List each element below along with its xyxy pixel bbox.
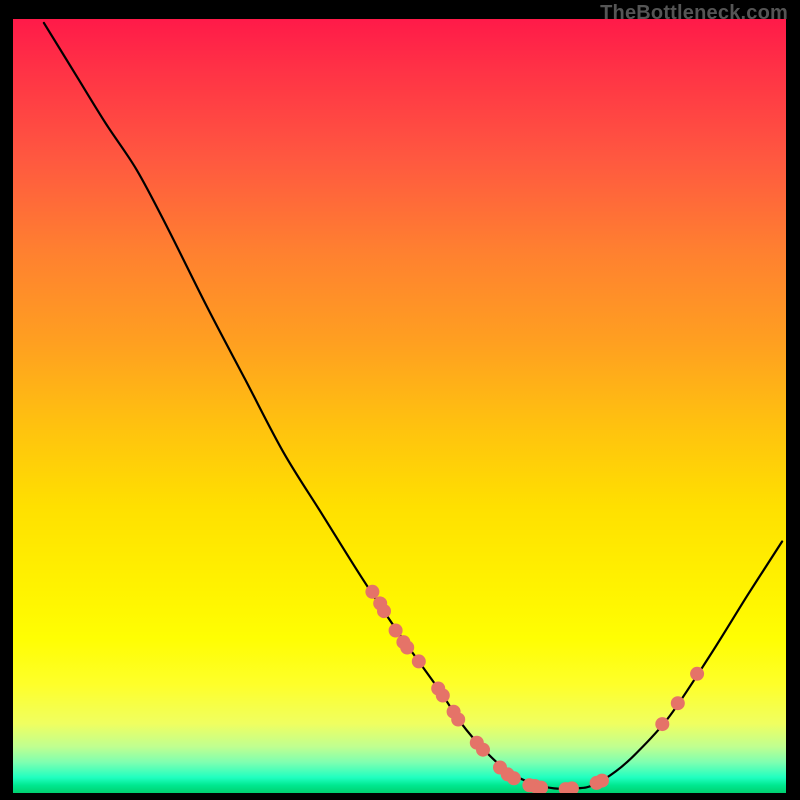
scatter-dot bbox=[690, 667, 704, 681]
scatter-dot bbox=[451, 713, 465, 727]
chart-svg bbox=[13, 19, 786, 793]
scatter-dot bbox=[389, 624, 403, 638]
scatter-points bbox=[365, 585, 704, 793]
scatter-dot bbox=[377, 604, 391, 618]
chart-area bbox=[13, 19, 786, 793]
curve-line bbox=[44, 23, 782, 789]
watermark-text: TheBottleneck.com bbox=[600, 2, 788, 25]
scatter-dot bbox=[412, 654, 426, 668]
scatter-dot bbox=[595, 774, 609, 788]
scatter-dot bbox=[655, 717, 669, 731]
scatter-dot bbox=[671, 696, 685, 710]
scatter-dot bbox=[476, 743, 490, 757]
scatter-dot bbox=[436, 689, 450, 703]
scatter-dot bbox=[507, 771, 521, 785]
scatter-dot bbox=[400, 641, 414, 655]
scatter-dot bbox=[365, 585, 379, 599]
